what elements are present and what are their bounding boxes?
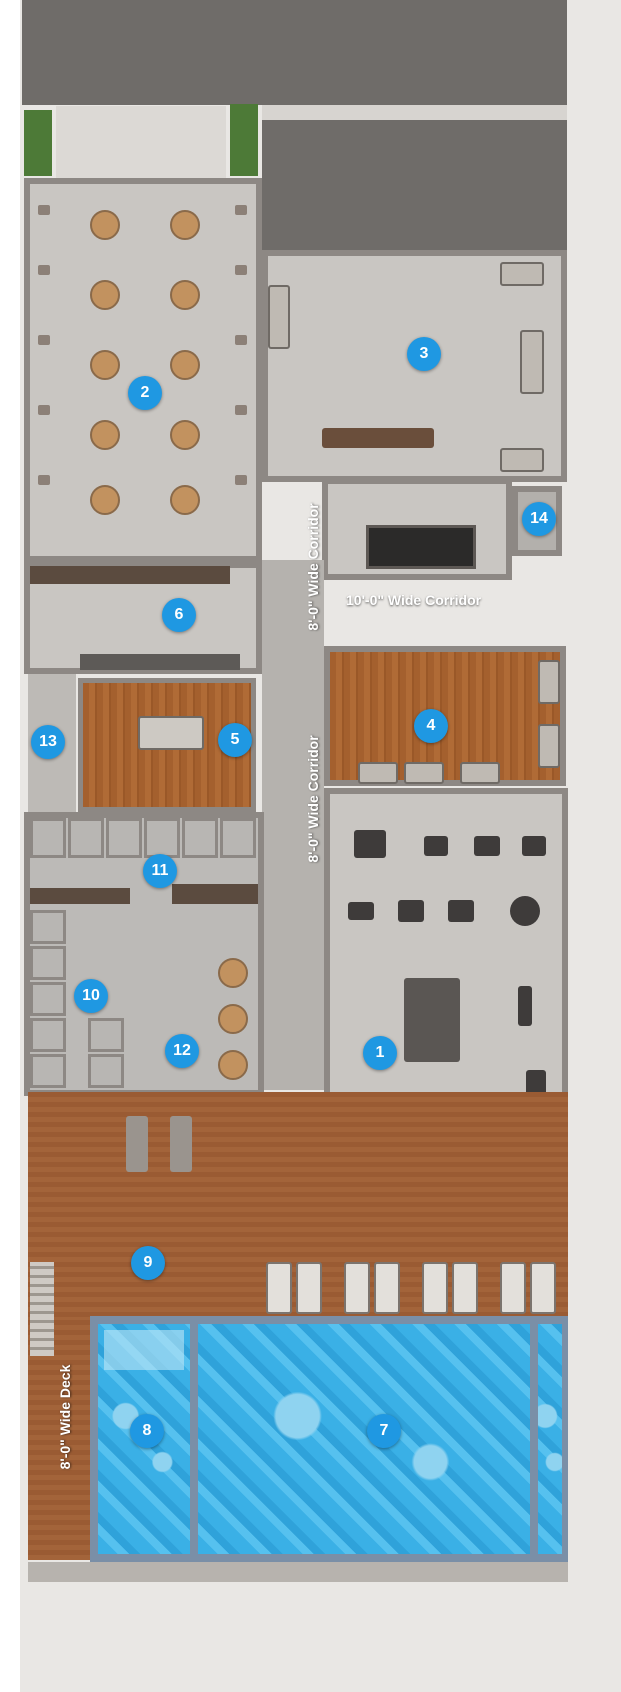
pool-edge-strip	[28, 1562, 568, 1582]
sidewalk	[262, 105, 567, 120]
planter-left	[24, 110, 52, 176]
kitchen-island	[80, 654, 240, 670]
lounge-sofa	[500, 448, 544, 472]
gym-equipment	[424, 836, 448, 856]
gym-equipment	[522, 836, 546, 856]
gym-equipment	[518, 986, 532, 1026]
room-badge-13: 13	[31, 725, 65, 759]
corridor-label-lower: 8'-0" Wide Corridor	[305, 735, 321, 863]
activity-sofa	[538, 660, 560, 704]
cabana	[170, 1116, 192, 1172]
entry-walk	[56, 106, 226, 178]
lap-lane	[538, 1324, 562, 1554]
planter-right	[230, 104, 258, 176]
gym-equipment	[354, 830, 386, 858]
pool-loungers	[262, 1258, 562, 1318]
activity-sofa	[460, 762, 500, 784]
media-sofa	[138, 716, 204, 750]
room-badge-8: 8	[130, 1414, 164, 1448]
cabana	[126, 1116, 148, 1172]
room-badge-3: 3	[407, 337, 441, 371]
room-badge-5: 5	[218, 723, 252, 757]
room-badge-11: 11	[143, 854, 177, 888]
gym-equipment	[448, 900, 474, 922]
gym-equipment	[348, 902, 374, 920]
room-badge-6: 6	[162, 598, 196, 632]
lounge-sofa	[268, 285, 290, 349]
corridor-label-upper: 8'-0" Wide Corridor	[305, 503, 321, 631]
gym-equipment	[474, 836, 500, 856]
main-pool	[198, 1324, 530, 1554]
restroom-12-area	[136, 940, 256, 1090]
restroom-11-stalls	[30, 818, 258, 860]
room-badge-10: 10	[74, 979, 108, 1013]
activity-sofa	[358, 762, 398, 784]
lounge-sofa	[500, 262, 544, 286]
lounge-sofa	[520, 330, 544, 394]
activity-sofa	[538, 724, 560, 768]
deck-stairs	[30, 1262, 54, 1356]
pool-step	[104, 1330, 184, 1370]
deck-label: 8'-0" Wide Deck	[57, 1364, 73, 1470]
kitchen-counter	[30, 566, 230, 584]
room-badge-9: 9	[131, 1246, 165, 1280]
vanity-counter	[30, 888, 130, 904]
bar-counter	[322, 428, 434, 448]
driveway	[22, 0, 567, 105]
room-badge-2: 2	[128, 376, 162, 410]
dining-tables	[30, 185, 256, 555]
room-badge-12: 12	[165, 1034, 199, 1068]
corridor-label-10ft: 10'-0" Wide Corridor	[346, 592, 482, 608]
stair-opening	[366, 525, 476, 569]
gym-equipment	[510, 896, 540, 926]
gym-equipment	[398, 900, 424, 922]
gym-machine	[404, 978, 460, 1062]
vanity-counter	[172, 884, 258, 904]
room-badge-1: 1	[363, 1036, 397, 1070]
room-badge-14: 14	[522, 502, 556, 536]
room-badge-7: 7	[367, 1414, 401, 1448]
activity-sofa	[404, 762, 444, 784]
room-badge-4: 4	[414, 709, 448, 743]
parking-area	[262, 120, 567, 250]
